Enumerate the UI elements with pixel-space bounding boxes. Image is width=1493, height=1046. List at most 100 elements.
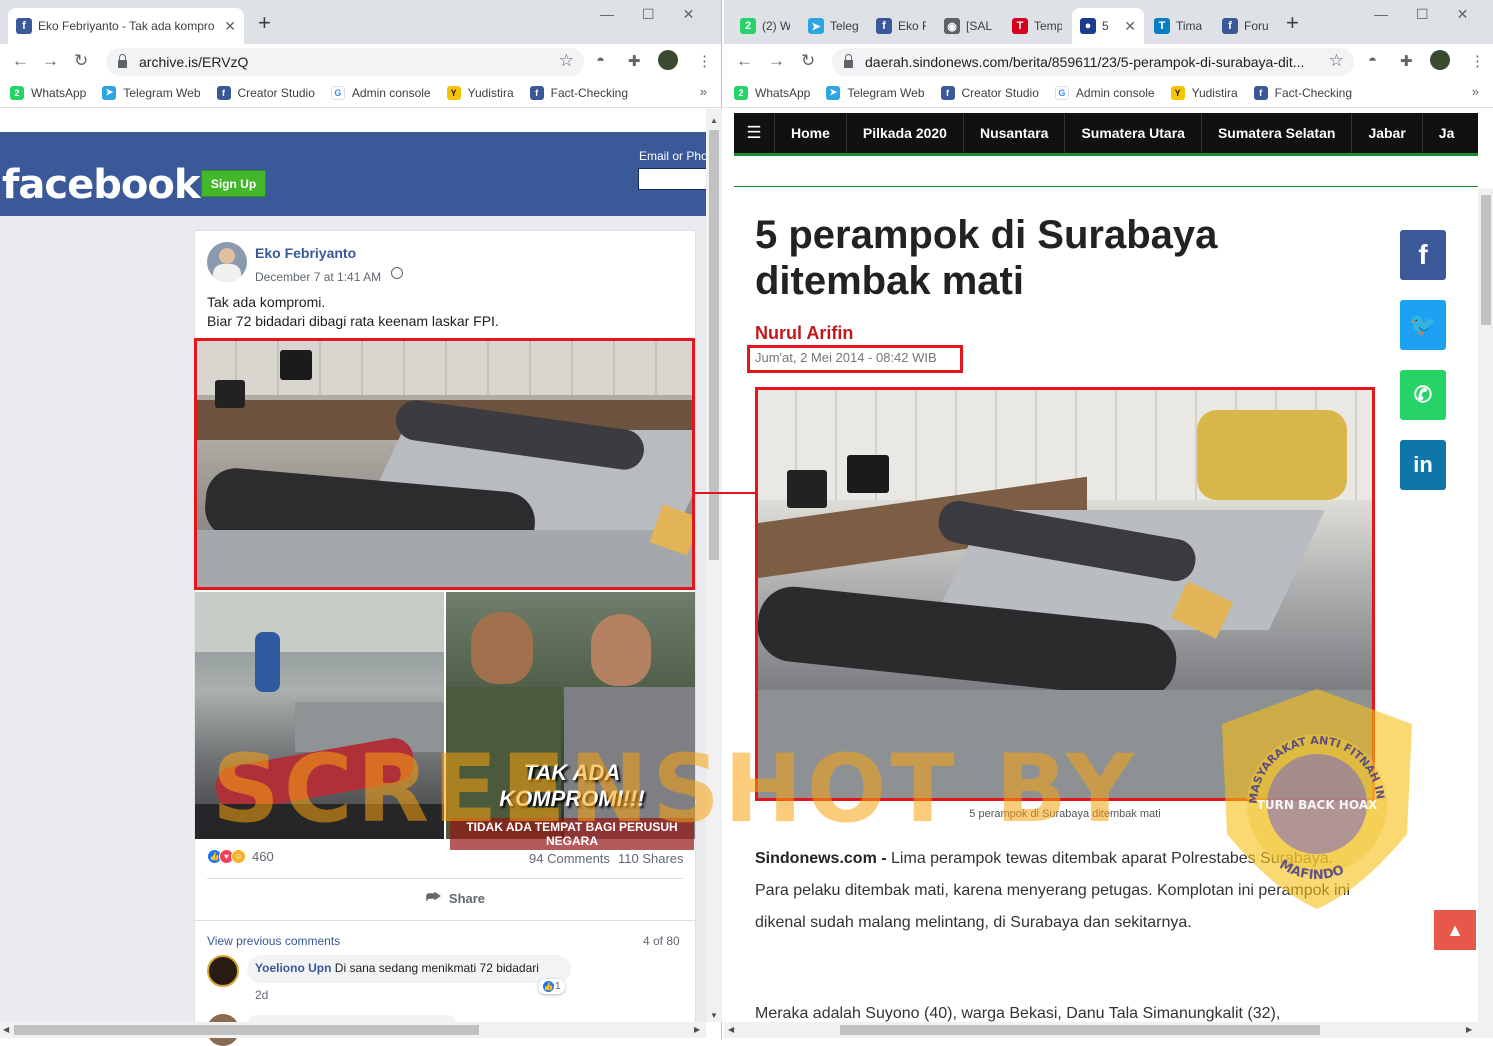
back-icon[interactable]: ←	[736, 51, 753, 71]
more-bookmarks-icon[interactable]: »	[1472, 84, 1479, 99]
tab-7[interactable]: T Tima	[1146, 8, 1212, 44]
reaction-summary[interactable]: 👍 ♥ ☺ 460	[207, 849, 274, 864]
nav-item[interactable]: Jabar	[1351, 113, 1421, 153]
commenter-name[interactable]: Yoeliono Upn	[255, 961, 331, 975]
hamburger-menu-icon[interactable]: ☰	[734, 123, 774, 143]
view-previous-comments-link[interactable]: View previous comments	[207, 934, 340, 948]
tab-5[interactable]: T Temp	[1004, 8, 1070, 44]
bookmark-item[interactable]: f Creator Studio	[216, 85, 315, 100]
whatsapp-share-icon[interactable]: ✆	[1400, 370, 1446, 420]
tab-facebook-post[interactable]: f Eko Febriyanto - Tak ada kompro ✕	[8, 8, 244, 44]
left-horizontal-scroll-thumb[interactable]	[14, 1025, 479, 1035]
bookmark-item[interactable]: G Admin console	[330, 85, 431, 100]
left-vertical-scroll-thumb[interactable]	[709, 130, 719, 560]
bookmark-item[interactable]: G Admin console	[1054, 85, 1155, 100]
post-timestamp[interactable]: December 7 at 1:41 AM	[255, 270, 381, 284]
back-to-top-button[interactable]: ▲	[1434, 910, 1476, 950]
right-horizontal-scroll-thumb[interactable]	[840, 1025, 1320, 1035]
mafindo-badge-icon: MASYARAKAT ANTI FITNAH INDONESIA MAFINDO…	[1212, 684, 1412, 909]
bookmark-star-icon[interactable]: ☆	[559, 51, 574, 71]
close-tab-icon[interactable]: ✕	[1118, 18, 1136, 35]
minimize-icon[interactable]: —	[1374, 6, 1388, 23]
bookmark-label: WhatsApp	[755, 85, 811, 100]
bookmark-item[interactable]: ➤ Telegram Web	[826, 85, 925, 100]
tab-title: Tima	[1176, 19, 1203, 33]
close-window-icon[interactable]: ✕	[1457, 6, 1469, 23]
profile-avatar[interactable]	[1430, 50, 1450, 70]
nav-item[interactable]: Pilkada 2020	[845, 113, 963, 153]
scroll-up-icon[interactable]: ▲	[710, 116, 718, 125]
bookmark-star-icon[interactable]: ☆	[1324, 51, 1344, 71]
close-tab-icon[interactable]: ✕	[218, 18, 236, 35]
sign-up-button[interactable]: Sign Up	[201, 170, 266, 197]
scroll-left-icon[interactable]: ◀	[3, 1025, 9, 1034]
tab-8[interactable]: f Foru	[1214, 8, 1280, 44]
new-tab-icon[interactable]: +	[1286, 12, 1299, 34]
profile-avatar[interactable]	[658, 50, 678, 70]
bookmarks-bar: 2 WhatsApp ➤ Telegram Web f Creator Studio G Ad…	[724, 78, 1493, 108]
bookmark-item[interactable]: f Creator Studio	[940, 85, 1039, 100]
bookmark-item[interactable]: Y Yudistira	[1170, 85, 1238, 100]
bookmark-item[interactable]: 2 WhatsApp	[10, 85, 86, 100]
reload-icon[interactable]: ↻	[74, 51, 88, 71]
comments-count[interactable]: 94 Comments	[529, 851, 610, 866]
tab-1[interactable]: 2 (2) W	[732, 8, 798, 44]
bookmark-item[interactable]: f Fact-Checking	[529, 85, 628, 100]
close-window-icon[interactable]: ✕	[683, 6, 695, 23]
tab-3[interactable]: f Eko F	[868, 8, 934, 44]
tab-4[interactable]: ◉ [SAL	[936, 8, 1002, 44]
menu-dots-icon[interactable]: ⋮	[697, 52, 712, 70]
reload-icon[interactable]: ↻	[801, 51, 815, 71]
scroll-right-icon[interactable]: ▶	[1466, 1025, 1472, 1034]
address-bar[interactable]: daerah.sindonews.com/berita/859611/23/5-…	[832, 48, 1354, 76]
facebook-logo[interactable]: facebook	[2, 162, 200, 208]
address-bar[interactable]: archive.is/ERVzQ ☆	[106, 48, 584, 76]
back-icon[interactable]: ←	[12, 51, 29, 71]
commenter-avatar[interactable]	[207, 955, 239, 987]
facebook-share-icon[interactable]: f	[1400, 230, 1446, 280]
share-button[interactable]: ⮫ Share	[426, 889, 485, 907]
nav-item[interactable]: Sumatera Selatan	[1200, 113, 1352, 153]
bookmark-label: Admin console	[351, 85, 431, 100]
linkedin-share-icon[interactable]: in	[1400, 440, 1446, 490]
scroll-right-icon[interactable]: ▶	[694, 1025, 700, 1034]
post-author[interactable]: Eko Febriyanto	[255, 245, 356, 261]
badge-center-text: TURN BACK HOAX	[1257, 798, 1378, 812]
author-avatar[interactable]	[207, 242, 247, 282]
nav-accent-line	[734, 153, 1478, 156]
minimize-icon[interactable]: —	[600, 6, 614, 23]
nav-divider-line	[734, 186, 1478, 187]
nav-item[interactable]: Sumatera Utara	[1064, 113, 1201, 153]
twitter-share-icon[interactable]: 🐦	[1400, 300, 1446, 350]
maximize-icon[interactable]: ☐	[1416, 6, 1429, 23]
comment-like-badge[interactable]: 👍 1	[538, 979, 565, 994]
forward-icon[interactable]: →	[42, 51, 59, 71]
article-writer[interactable]: Nurul Arifin	[755, 323, 853, 344]
more-bookmarks-icon[interactable]: »	[700, 84, 707, 99]
extensions-icon[interactable]: ✚	[628, 52, 641, 70]
bookmark-item[interactable]: f Fact-Checking	[1253, 85, 1352, 100]
tab-6[interactable]: ● 5 ✕	[1072, 8, 1144, 44]
incognito-extension-icon[interactable]: ◓	[596, 52, 605, 69]
right-vertical-scroll-thumb[interactable]	[1481, 195, 1491, 325]
tab-2[interactable]: ➤ Teleg	[800, 8, 866, 44]
incognito-extension-icon[interactable]: ◓	[1368, 52, 1377, 69]
menu-dots-icon[interactable]: ⋮	[1470, 52, 1485, 70]
extensions-icon[interactable]: ✚	[1400, 52, 1413, 70]
comparison-connector-line	[695, 492, 757, 494]
bookmark-item[interactable]: ➤ Telegram Web	[102, 85, 201, 100]
bookmark-item[interactable]: 2 WhatsApp	[734, 85, 811, 100]
maximize-icon[interactable]: ☐	[642, 6, 655, 23]
url-text: archive.is/ERVzQ	[139, 54, 249, 70]
new-tab-icon[interactable]: +	[258, 12, 271, 34]
globe-icon: ◉	[944, 18, 960, 34]
forward-icon[interactable]: →	[768, 51, 785, 71]
bookmark-item[interactable]: Y Yudistira	[446, 85, 514, 100]
email-input[interactable]	[638, 168, 713, 190]
scroll-down-icon[interactable]: ▼	[710, 1011, 718, 1020]
shares-count[interactable]: 110 Shares	[618, 851, 684, 866]
nav-item[interactable]: Nusantara	[962, 113, 1064, 153]
nav-item[interactable]: Home	[774, 113, 846, 153]
scroll-left-icon[interactable]: ◀	[728, 1025, 734, 1034]
nav-item[interactable]: Ja	[1421, 113, 1471, 153]
